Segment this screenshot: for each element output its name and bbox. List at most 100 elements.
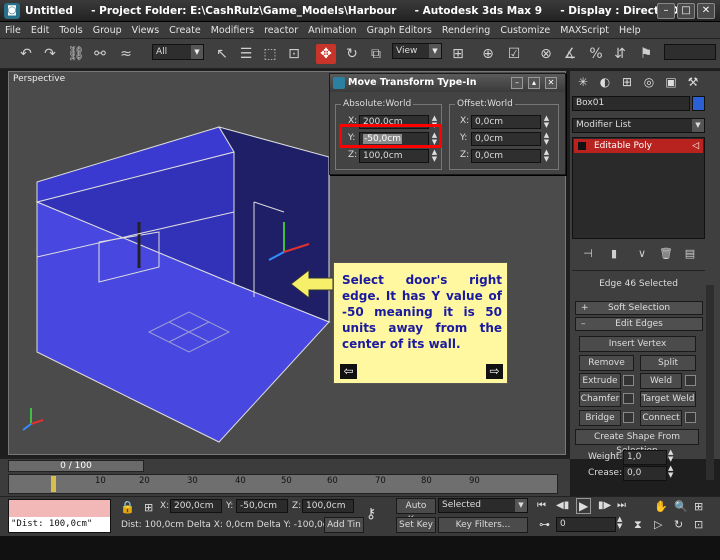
menu-maxscript[interactable]: MAXScript <box>555 25 614 36</box>
connect-settings-icon[interactable] <box>685 412 696 423</box>
edit-edges-rollout[interactable]: – Edit Edges <box>575 317 703 331</box>
go-to-end-icon[interactable]: ⏭ <box>617 500 626 511</box>
abs-z-spinner[interactable]: ▲ ▼ <box>430 149 439 163</box>
weld-button[interactable]: Weld <box>640 373 682 389</box>
scale-icon[interactable]: ⧉ <box>366 44 386 64</box>
current-frame-input[interactable]: 0 <box>556 517 616 532</box>
off-x-spinner[interactable]: ▲ ▼ <box>542 115 551 129</box>
rotate-icon[interactable]: ↻ <box>342 44 362 64</box>
make-unique-icon[interactable]: ∨ <box>632 244 652 264</box>
expand-icon[interactable] <box>578 142 586 150</box>
bridge-settings-icon[interactable] <box>623 412 634 423</box>
menu-rendering[interactable]: Rendering <box>437 25 496 36</box>
select-by-name-icon[interactable]: ☰ <box>236 44 256 64</box>
configure-sets-icon[interactable]: ▤ <box>680 244 700 264</box>
weight-input[interactable]: 1,0 <box>623 450 667 465</box>
y-coordinate-input[interactable]: -50,0cm <box>236 499 288 513</box>
hierarchy-tab-icon[interactable]: ⊞ <box>618 73 636 91</box>
off-x-input[interactable]: 0,0cm <box>471 115 541 129</box>
pan-icon[interactable]: ✋ <box>654 500 668 513</box>
undo-icon[interactable]: ↶ <box>16 44 36 64</box>
off-y-spinner[interactable]: ▲ ▼ <box>542 132 551 146</box>
off-y-input[interactable]: 0,0cm <box>471 132 541 146</box>
key-mode-dropdown[interactable]: Selected ▼ <box>438 498 528 513</box>
weight-spinner[interactable]: ▲ ▼ <box>668 449 673 463</box>
menu-graph-editors[interactable]: Graph Editors <box>362 25 437 36</box>
dialog-maximize-button[interactable]: ▴ <box>528 77 540 89</box>
zoom-icon[interactable]: 🔍 <box>674 500 688 513</box>
track-bar[interactable]: 10 20 30 40 50 60 70 80 90 <box>8 474 558 494</box>
select-manipulate-icon[interactable]: ⊕ <box>478 44 498 64</box>
close-button[interactable]: ✕ <box>697 3 715 19</box>
display-tab-icon[interactable]: ▣ <box>662 73 680 91</box>
percent-snap-icon[interactable]: % <box>586 44 606 64</box>
field-of-view-icon[interactable]: ▷ <box>654 518 662 531</box>
keyboard-shortcut-icon[interactable]: ☑ <box>504 44 524 64</box>
zoom-all-icon[interactable]: ⊞ <box>694 500 703 513</box>
insert-vertex-button[interactable]: Insert Vertex <box>579 336 696 352</box>
abs-z-input[interactable]: 100,0cm <box>359 149 429 163</box>
stack-item-editable-poly[interactable]: Editable Poly ◁ <box>574 139 703 153</box>
motion-tab-icon[interactable]: ◎ <box>640 73 658 91</box>
time-configuration-icon[interactable]: ⧗ <box>634 518 642 532</box>
menu-reactor[interactable]: reactor <box>259 25 303 36</box>
off-z-spinner[interactable]: ▲ ▼ <box>542 149 551 163</box>
transform-mode-icon[interactable]: ⊞ <box>144 501 153 514</box>
move-icon[interactable]: ✥ <box>316 44 336 64</box>
show-end-result-icon[interactable]: ▮ <box>604 244 624 264</box>
command-panel-scrollbar[interactable] <box>706 285 714 480</box>
create-shape-button[interactable]: Create Shape From Selection <box>575 429 699 456</box>
angle-snap-icon[interactable]: ∡ <box>560 44 580 64</box>
play-icon[interactable]: ▶ <box>576 498 592 514</box>
weld-settings-icon[interactable] <box>685 375 696 386</box>
auto-key-button[interactable]: Auto Key <box>396 498 436 525</box>
region-select-icon[interactable]: ⬚ <box>260 44 280 64</box>
dialog-minimize-button[interactable]: – <box>511 77 523 89</box>
unlink-icon[interactable]: ⚯ <box>90 44 110 64</box>
spinner-snap-icon[interactable]: ⇵ <box>610 44 630 64</box>
selection-filter-dropdown[interactable]: All ▼ <box>152 44 204 60</box>
modify-tab-icon[interactable]: ◐ <box>596 73 614 91</box>
dialog-close-button[interactable]: ✕ <box>545 77 557 89</box>
chamfer-button[interactable]: Chamfer <box>579 391 621 407</box>
maximize-viewport-icon[interactable]: ⊡ <box>694 518 703 531</box>
x-coordinate-input[interactable]: 200,0cm <box>170 499 222 513</box>
menu-group[interactable]: Group <box>88 25 127 36</box>
extrude-settings-icon[interactable] <box>623 375 634 386</box>
previous-arrow-icon[interactable]: ⇦ <box>340 364 357 379</box>
set-key-button[interactable]: Set Key <box>396 517 436 533</box>
soft-selection-rollout[interactable]: + Soft Selection <box>575 301 703 315</box>
add-time-tag-button[interactable]: Add Tin <box>324 517 364 533</box>
frame-spinner[interactable]: ▲ ▼ <box>617 516 622 530</box>
orbit-icon[interactable]: ↻ <box>674 518 683 531</box>
next-frame-icon[interactable]: ▮▶ <box>598 500 611 511</box>
off-z-input[interactable]: 0,0cm <box>471 149 541 163</box>
maximize-button[interactable]: □ <box>677 3 695 19</box>
extrude-button[interactable]: Extrude <box>579 373 621 389</box>
crease-input[interactable]: 0,0 <box>623 466 667 481</box>
maxscript-listener[interactable]: "Dist: 100,0cm" <box>8 499 111 533</box>
object-color-swatch[interactable] <box>692 96 705 111</box>
target-weld-button[interactable]: Target Weld <box>640 391 696 407</box>
split-button[interactable]: Split <box>640 355 696 371</box>
menu-edit[interactable]: Edit <box>26 25 54 36</box>
z-coordinate-input[interactable]: 100,0cm <box>302 499 354 513</box>
remove-modifier-icon[interactable]: 🗑 <box>656 244 676 264</box>
lock-selection-icon[interactable]: 🔒 <box>120 500 135 514</box>
next-arrow-icon[interactable]: ⇨ <box>486 364 503 379</box>
menu-animation[interactable]: Animation <box>303 25 361 36</box>
previous-frame-icon[interactable]: ◀▮ <box>556 500 569 511</box>
menu-tools[interactable]: Tools <box>54 25 87 36</box>
menu-help[interactable]: Help <box>614 25 646 36</box>
minimize-button[interactable]: – <box>657 3 675 19</box>
window-crossing-icon[interactable]: ⊡ <box>284 44 304 64</box>
key-icon[interactable]: ⚷ <box>366 506 376 522</box>
bind-space-warp-icon[interactable]: ≈ <box>116 44 136 64</box>
object-name-input[interactable]: Box01 <box>572 96 690 111</box>
modifier-list-dropdown[interactable]: Modifier List ▼ <box>572 118 705 133</box>
connect-button[interactable]: Connect <box>640 410 682 426</box>
key-filters-button[interactable]: Key Filters... <box>438 517 528 533</box>
snaps-toggle-icon[interactable]: ⊗ <box>536 44 556 64</box>
chamfer-settings-icon[interactable] <box>623 393 634 404</box>
menu-views[interactable]: Views <box>127 25 165 36</box>
